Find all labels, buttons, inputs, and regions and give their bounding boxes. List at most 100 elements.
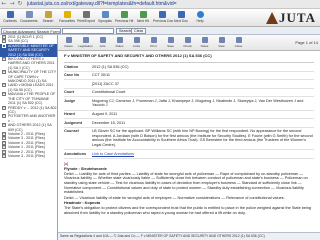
expand-icon[interactable]: + — [2, 105, 6, 110]
doc-toolbar-label: Notes — [200, 44, 209, 48]
tree-item[interactable]: + BIKO AND OTHERS v HARRIS AND OTHERS 201… — [0, 57, 57, 70]
toolbar-next-hit-button[interactable]: Next Hit — [134, 11, 152, 23]
expand-icon[interactable]: + — [2, 92, 6, 97]
toolbar-previous-doc-button[interactable]: Previous Doc — [153, 11, 173, 23]
tree-item[interactable]: + MUNICIPALITY OF THE CITY OF CAPE TOWN v… — [0, 70, 57, 83]
search-input[interactable] — [62, 28, 114, 34]
refresh-icon[interactable]: ↻ — [16, 0, 24, 8]
expand-icon[interactable]: + — [2, 57, 6, 62]
toolbar-next-doc-button[interactable]: Next Doc — [172, 11, 190, 23]
expand-icon[interactable]: + — [2, 153, 6, 158]
doc-toolbar-item[interactable]: Print — [145, 37, 162, 48]
expand-icon[interactable]: + — [2, 70, 6, 75]
metadata-row: Annotations Link to Case Annotations — [64, 150, 314, 159]
expand-icon[interactable]: + — [2, 140, 6, 145]
doc-toolbar-item[interactable]: Cases — [60, 37, 77, 48]
doc-toolbar-label: Legislation — [78, 44, 93, 48]
doc-toolbar-item[interactable]: Rules — [111, 37, 128, 48]
search-icon — [44, 11, 52, 18]
metadata-key: Court — [64, 90, 75, 95]
doc-toolbar-item[interactable]: Save — [162, 37, 179, 48]
doc-toolbar-item[interactable]: Notes — [196, 37, 213, 48]
tree-item-label: BIKO AND OTHERS v HARRIS AND OTHERS 2011… — [8, 57, 55, 70]
metadata-row: Judgment December 15, 2011 — [64, 119, 314, 128]
doc-toolbar-icon — [99, 37, 106, 43]
doc-toolbar-icon — [82, 37, 89, 43]
expand-icon[interactable]: + — [2, 39, 6, 44]
doc-toolbar-label: Close — [234, 44, 243, 48]
doc-toolbar-item[interactable]: Close — [230, 37, 247, 48]
metadata-row: Citation 2012 (1) SA 536 (CC) — [64, 63, 314, 72]
documents-icon — [25, 11, 33, 18]
expand-icon[interactable]: + — [2, 35, 6, 39]
status-bar: Same as Regulations 4 and 10A — © Juta a… — [58, 232, 320, 240]
back-icon[interactable]: ← — [0, 0, 8, 8]
metadata-value: CCT 30/11 — [92, 73, 111, 78]
annotations-link[interactable]: Link to Case Annotations — [92, 152, 314, 157]
toolbar-contents-button[interactable]: Contents — [1, 11, 19, 23]
tree-item-label: SA 398 (CC) — [8, 39, 29, 44]
metadata-row: Heard August 9, 2011 — [64, 111, 314, 120]
tree-item[interactable]: + FREDDY v ... 2012 (1) SA 802 (CC) — [0, 105, 57, 115]
logo-mark-icon — [266, 12, 279, 24]
doc-toolbar-icon — [184, 37, 191, 43]
document-icon[interactable] — [2, 43, 6, 48]
metadata-value: August 9, 2011 — [92, 112, 118, 117]
star-icon — [63, 11, 71, 18]
expand-icon[interactable]: + — [2, 83, 6, 88]
doc-toolbar-label: Rules — [115, 44, 124, 48]
toolbar-help-button[interactable]: Help — [191, 11, 209, 23]
expand-icon[interactable]: + — [2, 114, 6, 119]
toolbar-synopsis-button[interactable]: Synopsis — [96, 11, 114, 23]
clear-button[interactable]: Clear — [131, 28, 147, 34]
tree-item-label: Volume 4 - 2011 (Files) — [8, 140, 45, 145]
tree-item[interactable]: + LAND v MONA LEADS 2011 (1) SA 50 (CC) — [0, 83, 57, 92]
tree-item-label: Volume 2 - 2011 (Files) — [8, 131, 45, 136]
tree-item-label: Volume 3 - 2011 (Files) — [8, 153, 45, 158]
juta-logo: JUTA — [266, 10, 316, 26]
document-title: F v MINISTER OF SAFETY AND SECURITY AND … — [64, 53, 212, 58]
toolbar-print-export-button[interactable]: Print/Export — [77, 11, 95, 23]
doc-toolbar-item[interactable]: Legislation — [77, 37, 94, 48]
advanced-search-dropdown[interactable]: Choose Advanced Search Forms — [1, 28, 61, 34]
doc-toolbar-item[interactable]: Links — [128, 37, 145, 48]
doc-toolbar-icon — [218, 37, 225, 43]
forward-icon[interactable]: → — [8, 0, 16, 8]
expand-icon[interactable]: + — [2, 123, 6, 128]
tree-item[interactable]: + POTGIETER AND ANOTHER v ... — [0, 114, 57, 123]
doc-toolbar-label: Links — [132, 44, 140, 48]
flynote-text-2: Delict — Vicarious liability of state fo… — [64, 195, 285, 200]
expand-icon[interactable]: + — [2, 149, 6, 154]
tree-item[interactable]: + Volume 3 - 2011 (Files) — [0, 153, 57, 158]
expand-icon[interactable]: + — [2, 145, 6, 150]
tree-item[interactable]: + MAVUNA v THE PEOPLE OF THE CITY OF TSHW… — [0, 92, 57, 105]
tree-item[interactable]: ADMISSIBLE MINISTER OF SAFETY AND SECURI… — [0, 43, 57, 58]
app-toolbar: Contents Documents Search Favourites Pri… — [0, 9, 320, 27]
doc-toolbar-label: Acts — [99, 44, 106, 48]
doc-toolbar-item[interactable]: Acts — [94, 37, 111, 48]
contents-icon — [6, 11, 14, 18]
url-field[interactable]: jutastat.juta.co.za/nxt/gateway.dll?f=te… — [27, 1, 177, 8]
doc-toolbar-icon — [133, 37, 140, 43]
tree-item-label: ADMISSIBLE MINISTER OF SAFETY AND SECURI… — [8, 43, 54, 57]
toolbar-favourites-button[interactable]: Favourites — [58, 11, 76, 23]
tree-item-label: Volume 2 - 2011 (Files) — [8, 149, 45, 154]
toolbar-search-button[interactable]: Search — [39, 11, 57, 23]
flynote-text: Delict — Liability for acts of third par… — [64, 171, 308, 195]
doc-toolbar-item[interactable]: Check — [179, 37, 196, 48]
document-pane: F v MINISTER OF SAFETY AND SECURITY AND … — [58, 51, 320, 232]
metadata-key: Judge — [64, 98, 76, 103]
expand-icon[interactable]: + — [2, 136, 6, 141]
metadata-value: Mogoeng CJ, Cameron J, Froneman J, Jafta… — [92, 98, 304, 108]
tree-item[interactable]: + AND OTHERS 2012 (1) SA 609 (CC) — [0, 123, 57, 132]
toolbar-previous-hit-button[interactable]: Previous Hit — [115, 11, 133, 23]
doc-toolbar-icon — [150, 37, 157, 43]
paragraph-marker: [a] — [64, 161, 69, 166]
synopsis-icon — [101, 11, 109, 18]
metadata-row: Judge Mogoeng CJ, Cameron J, Froneman J, … — [64, 97, 314, 111]
previous-hit-icon — [120, 11, 128, 18]
toolbar-documents-button[interactable]: Documents — [20, 11, 38, 23]
doc-toolbar-item[interactable]: View — [213, 37, 230, 48]
expand-icon[interactable]: + — [2, 131, 6, 136]
previous-doc-icon — [158, 11, 166, 18]
